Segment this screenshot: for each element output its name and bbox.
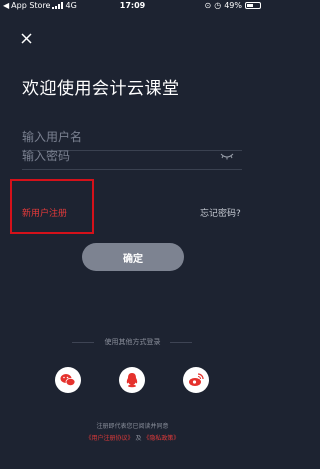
battery-percent: 49% — [224, 1, 242, 10]
eye-closed-icon[interactable] — [220, 151, 234, 161]
wechat-icon — [60, 374, 76, 386]
close-icon[interactable] — [18, 30, 36, 48]
status-bar: ◀ App Store 4G 17:09 ⊙ ◷ 49% — [0, 0, 265, 12]
register-link[interactable]: 新用户注册 — [22, 206, 67, 219]
weibo-icon — [189, 373, 204, 386]
agreement-and: 及 — [135, 435, 142, 442]
status-right: ⊙ ◷ 49% — [205, 1, 261, 10]
password-eye-wrap — [22, 145, 242, 169]
agreement-links: 《用户注册协议》 及 《隐私政策》 — [0, 433, 265, 442]
lock-rotation-icon: ⊙ — [204, 1, 212, 10]
weibo-login-button[interactable] — [183, 367, 209, 393]
agreement-text: 注册即代表您已阅读并同意 — [96, 423, 169, 430]
qq-login-button[interactable] — [119, 367, 145, 393]
alarm-icon: ◷ — [214, 1, 222, 10]
confirm-button[interactable]: 确定 — [82, 243, 184, 271]
user-agreement-link[interactable]: 《用户注册协议》 — [86, 435, 134, 442]
qq-icon — [126, 373, 138, 388]
divider-right — [170, 342, 192, 343]
privacy-policy-link[interactable]: 《隐私政策》 — [143, 435, 179, 442]
page-title: 欢迎使用会计云课堂 — [22, 79, 180, 99]
wechat-login-button[interactable] — [55, 367, 81, 393]
forgot-password-link[interactable]: 忘记密码? — [200, 206, 241, 219]
other-login-label: 使用其他方式登录 — [104, 338, 161, 346]
battery-icon — [245, 2, 261, 9]
